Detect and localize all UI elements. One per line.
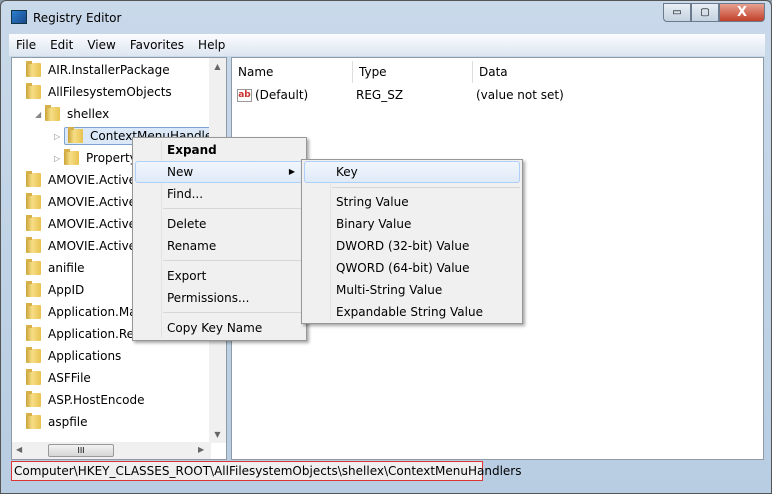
folder-icon	[26, 61, 41, 77]
value-data: (value not set)	[476, 88, 564, 102]
column-name[interactable]: Name	[232, 61, 353, 83]
submenu-item-string-value[interactable]: String Value	[304, 191, 520, 213]
scroll-down-icon[interactable]: ▼	[209, 430, 226, 439]
scroll-right-icon[interactable]: ▶	[198, 445, 204, 454]
folder-icon	[26, 369, 41, 385]
tree-item[interactable]: AMOVIE.ActiveM	[16, 235, 146, 257]
tree-item[interactable]: anifile	[16, 257, 85, 279]
folder-icon	[26, 281, 41, 297]
folder-icon	[26, 391, 41, 407]
tree-item[interactable]: AppID	[16, 279, 84, 301]
value-type: REG_SZ	[356, 88, 404, 102]
tree-item[interactable]: ▷ PropertyS	[54, 147, 144, 169]
tree-item[interactable]: ◢ shellex	[35, 103, 109, 125]
submenu-item-expandable-string-value[interactable]: Expandable String Value	[304, 301, 520, 323]
close-button[interactable]: X	[719, 3, 765, 22]
expand-arrow-icon[interactable]: ▷	[54, 132, 64, 141]
column-type[interactable]: Type	[353, 61, 473, 83]
tree-item-label: ASP.HostEncode	[48, 393, 145, 407]
submenu-arrow-icon: ▶	[288, 167, 295, 176]
scroll-thumb[interactable]: III	[48, 444, 114, 457]
menu-item-new[interactable]: New ▶	[135, 161, 304, 183]
collapse-arrow-icon[interactable]: ◢	[35, 110, 45, 119]
menu-separator	[163, 312, 304, 313]
tree-item-label: AppID	[48, 283, 85, 297]
tree-item[interactable]: ASP.HostEncode	[16, 389, 144, 411]
minimize-button[interactable]: ▭	[663, 3, 691, 22]
folder-icon	[45, 105, 60, 121]
column-data[interactable]: Data	[473, 61, 763, 83]
submenu-item-binary-value[interactable]: Binary Value	[304, 213, 520, 235]
menu-item-delete[interactable]: Delete	[135, 213, 304, 235]
folder-icon	[68, 127, 83, 143]
menu-view[interactable]: View	[80, 38, 122, 52]
tree-item-label: aspfile	[48, 415, 88, 429]
tree-item[interactable]: AllFilesystemObjects	[16, 81, 172, 103]
value-name: (Default)	[255, 88, 309, 102]
menu-item-permissions[interactable]: Permissions...	[135, 287, 304, 309]
folder-icon	[26, 193, 41, 209]
tree-item-label: Applications	[48, 349, 122, 363]
tree-item-label: AIR.InstallerPackage	[48, 63, 170, 77]
menu-separator	[332, 187, 520, 188]
menu-item-rename[interactable]: Rename	[135, 235, 304, 257]
folder-icon	[26, 171, 41, 187]
tree-item[interactable]: aspfile	[16, 411, 88, 433]
submenu-item-dword-value[interactable]: DWORD (32-bit) Value	[304, 235, 520, 257]
tree-item[interactable]: ASFFile	[16, 367, 91, 389]
tree-horizontal-scrollbar[interactable]: ◀ III ▶	[12, 442, 211, 459]
submenu-item-key[interactable]: Key	[304, 161, 520, 183]
menu-item-new-label: New	[167, 165, 194, 179]
menu-help[interactable]: Help	[191, 38, 232, 52]
new-submenu: Key String Value Binary Value DWORD (32-…	[301, 159, 523, 324]
folder-icon	[26, 303, 41, 319]
menu-bar: File Edit View Favorites Help	[9, 34, 765, 56]
tree-item[interactable]: AMOVIE.ActiveM	[16, 169, 146, 191]
tree-item[interactable]: Application.Refer	[16, 323, 151, 345]
scroll-up-icon[interactable]: ▲	[209, 62, 226, 71]
folder-icon	[26, 259, 41, 275]
submenu-item-multi-string-value[interactable]: Multi-String Value	[304, 279, 520, 301]
scroll-left-icon[interactable]: ◀	[16, 445, 22, 454]
maximize-button[interactable]: ▢	[691, 3, 719, 22]
tree-item-label: anifile	[48, 261, 85, 275]
folder-icon	[26, 347, 41, 363]
context-menu: Expand New ▶ Find... Delete Rename Export…	[132, 137, 307, 341]
menu-separator	[163, 260, 304, 261]
menu-item-expand[interactable]: Expand	[135, 139, 304, 161]
folder-icon	[26, 325, 41, 341]
tree-item[interactable]: AMOVIE.ActiveM	[16, 191, 146, 213]
menu-item-export[interactable]: Export	[135, 265, 304, 287]
folder-icon	[26, 83, 41, 99]
menu-item-copy-key-name[interactable]: Copy Key Name	[135, 317, 304, 339]
submenu-item-qword-value[interactable]: QWORD (64-bit) Value	[304, 257, 520, 279]
tree-item[interactable]: AIR.InstallerPackage	[16, 59, 170, 81]
folder-icon	[64, 149, 79, 165]
tree-item-label: AllFilesystemObjects	[48, 85, 172, 99]
registry-app-icon	[11, 10, 27, 24]
menu-item-find[interactable]: Find...	[135, 183, 304, 205]
status-bar-path: Computer\HKEY_CLASSES_ROOT\AllFilesystem…	[11, 461, 522, 481]
tree-item-label: shellex	[67, 107, 110, 121]
string-value-icon: ab	[237, 88, 252, 102]
value-row[interactable]: ab (Default) REG_SZ (value not set)	[237, 84, 757, 106]
window-title: Registry Editor	[33, 11, 122, 25]
menu-separator	[163, 208, 304, 209]
menu-edit[interactable]: Edit	[43, 38, 80, 52]
expand-arrow-icon[interactable]: ▷	[54, 154, 64, 163]
tree-item-label: ASFFile	[48, 371, 91, 385]
folder-icon	[26, 413, 41, 429]
tree-item[interactable]: AMOVIE.ActiveM	[16, 213, 146, 235]
tree-item[interactable]: Applications	[16, 345, 121, 367]
menu-favorites[interactable]: Favorites	[123, 38, 191, 52]
menu-file[interactable]: File	[9, 38, 43, 52]
folder-icon	[26, 215, 41, 231]
folder-icon	[26, 237, 41, 253]
